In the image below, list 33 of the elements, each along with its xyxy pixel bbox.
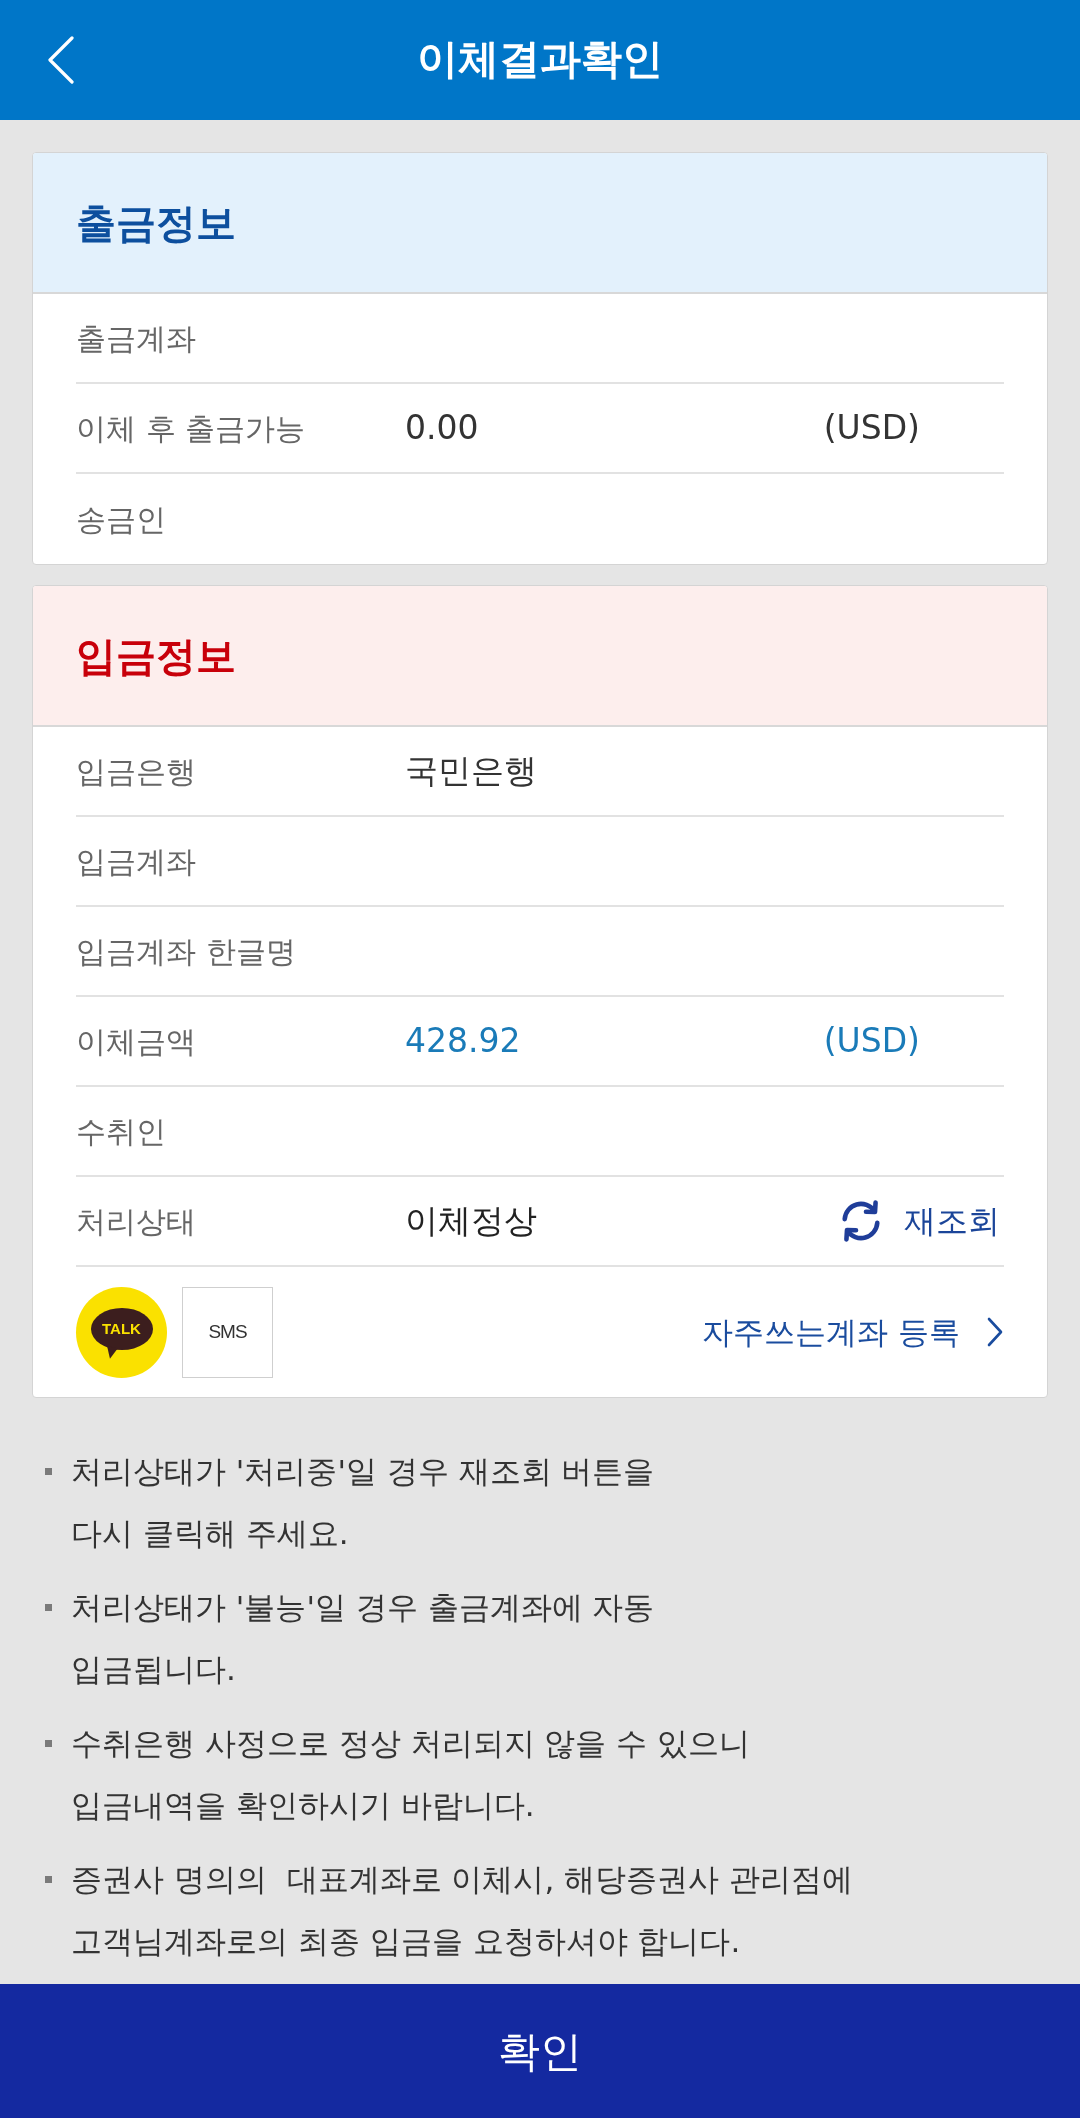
- field-label: 송금인: [76, 500, 167, 539]
- register-account-link[interactable]: 자주쓰는계좌 등록: [702, 1308, 1004, 1356]
- sms-share-button[interactable]: SMS: [182, 1286, 273, 1378]
- note-text: 증권사 명의의 대표계좌로 이체시, 해당증권사 관리점에 고객님계좌로의 최종 입금을 요청하셔야 합니다.: [71, 1860, 853, 1961]
- bullet-icon: [45, 1740, 52, 1747]
- refresh-button[interactable]: 재조회: [838, 1197, 1000, 1245]
- currency-unit: (USD): [823, 407, 920, 450]
- note-text: 처리상태가 '불능'일 경우 출금계좌에 자동 입금됩니다.: [71, 1588, 655, 1689]
- section-title: 출금정보: [76, 198, 236, 248]
- field-label: 처리상태: [76, 1202, 197, 1241]
- field-value: 이체정상: [405, 1200, 538, 1243]
- section-title: 입금정보: [76, 631, 236, 681]
- bullet-icon: [45, 1604, 52, 1611]
- bullet-icon: [45, 1876, 52, 1883]
- currency-unit: (USD): [823, 1020, 920, 1063]
- field-label: 입금계좌 한글명: [76, 932, 297, 971]
- field-value: 국민은행: [405, 750, 538, 793]
- field-value: 0.00: [405, 407, 480, 450]
- chevron-right-icon: [986, 1316, 1004, 1348]
- field-label: 출금계좌: [76, 319, 197, 358]
- field-label: 이체 후 출금가능: [76, 409, 307, 448]
- field-label: 이체금액: [76, 1022, 197, 1061]
- note-text: 수취은행 사정으로 정상 처리되지 않을 수 있으니 입금내역을 확인하시기 바랍니다.: [71, 1724, 751, 1825]
- note-text: 처리상태가 '처리중'일 경우 재조회 버튼을 다시 클릭해 주세요.: [71, 1452, 655, 1553]
- field-value: 428.92: [405, 1020, 522, 1063]
- chevron-left-icon: [47, 36, 75, 84]
- talk-share-button[interactable]: TALK: [76, 1286, 167, 1378]
- field-label: 입금은행: [76, 752, 197, 791]
- field-label: 입금계좌: [76, 842, 197, 881]
- page-title: 이체결과확인: [416, 34, 664, 86]
- field-label: 수취인: [76, 1112, 167, 1151]
- bullet-icon: [45, 1468, 52, 1475]
- confirm-button[interactable]: 확인: [0, 1984, 1080, 2118]
